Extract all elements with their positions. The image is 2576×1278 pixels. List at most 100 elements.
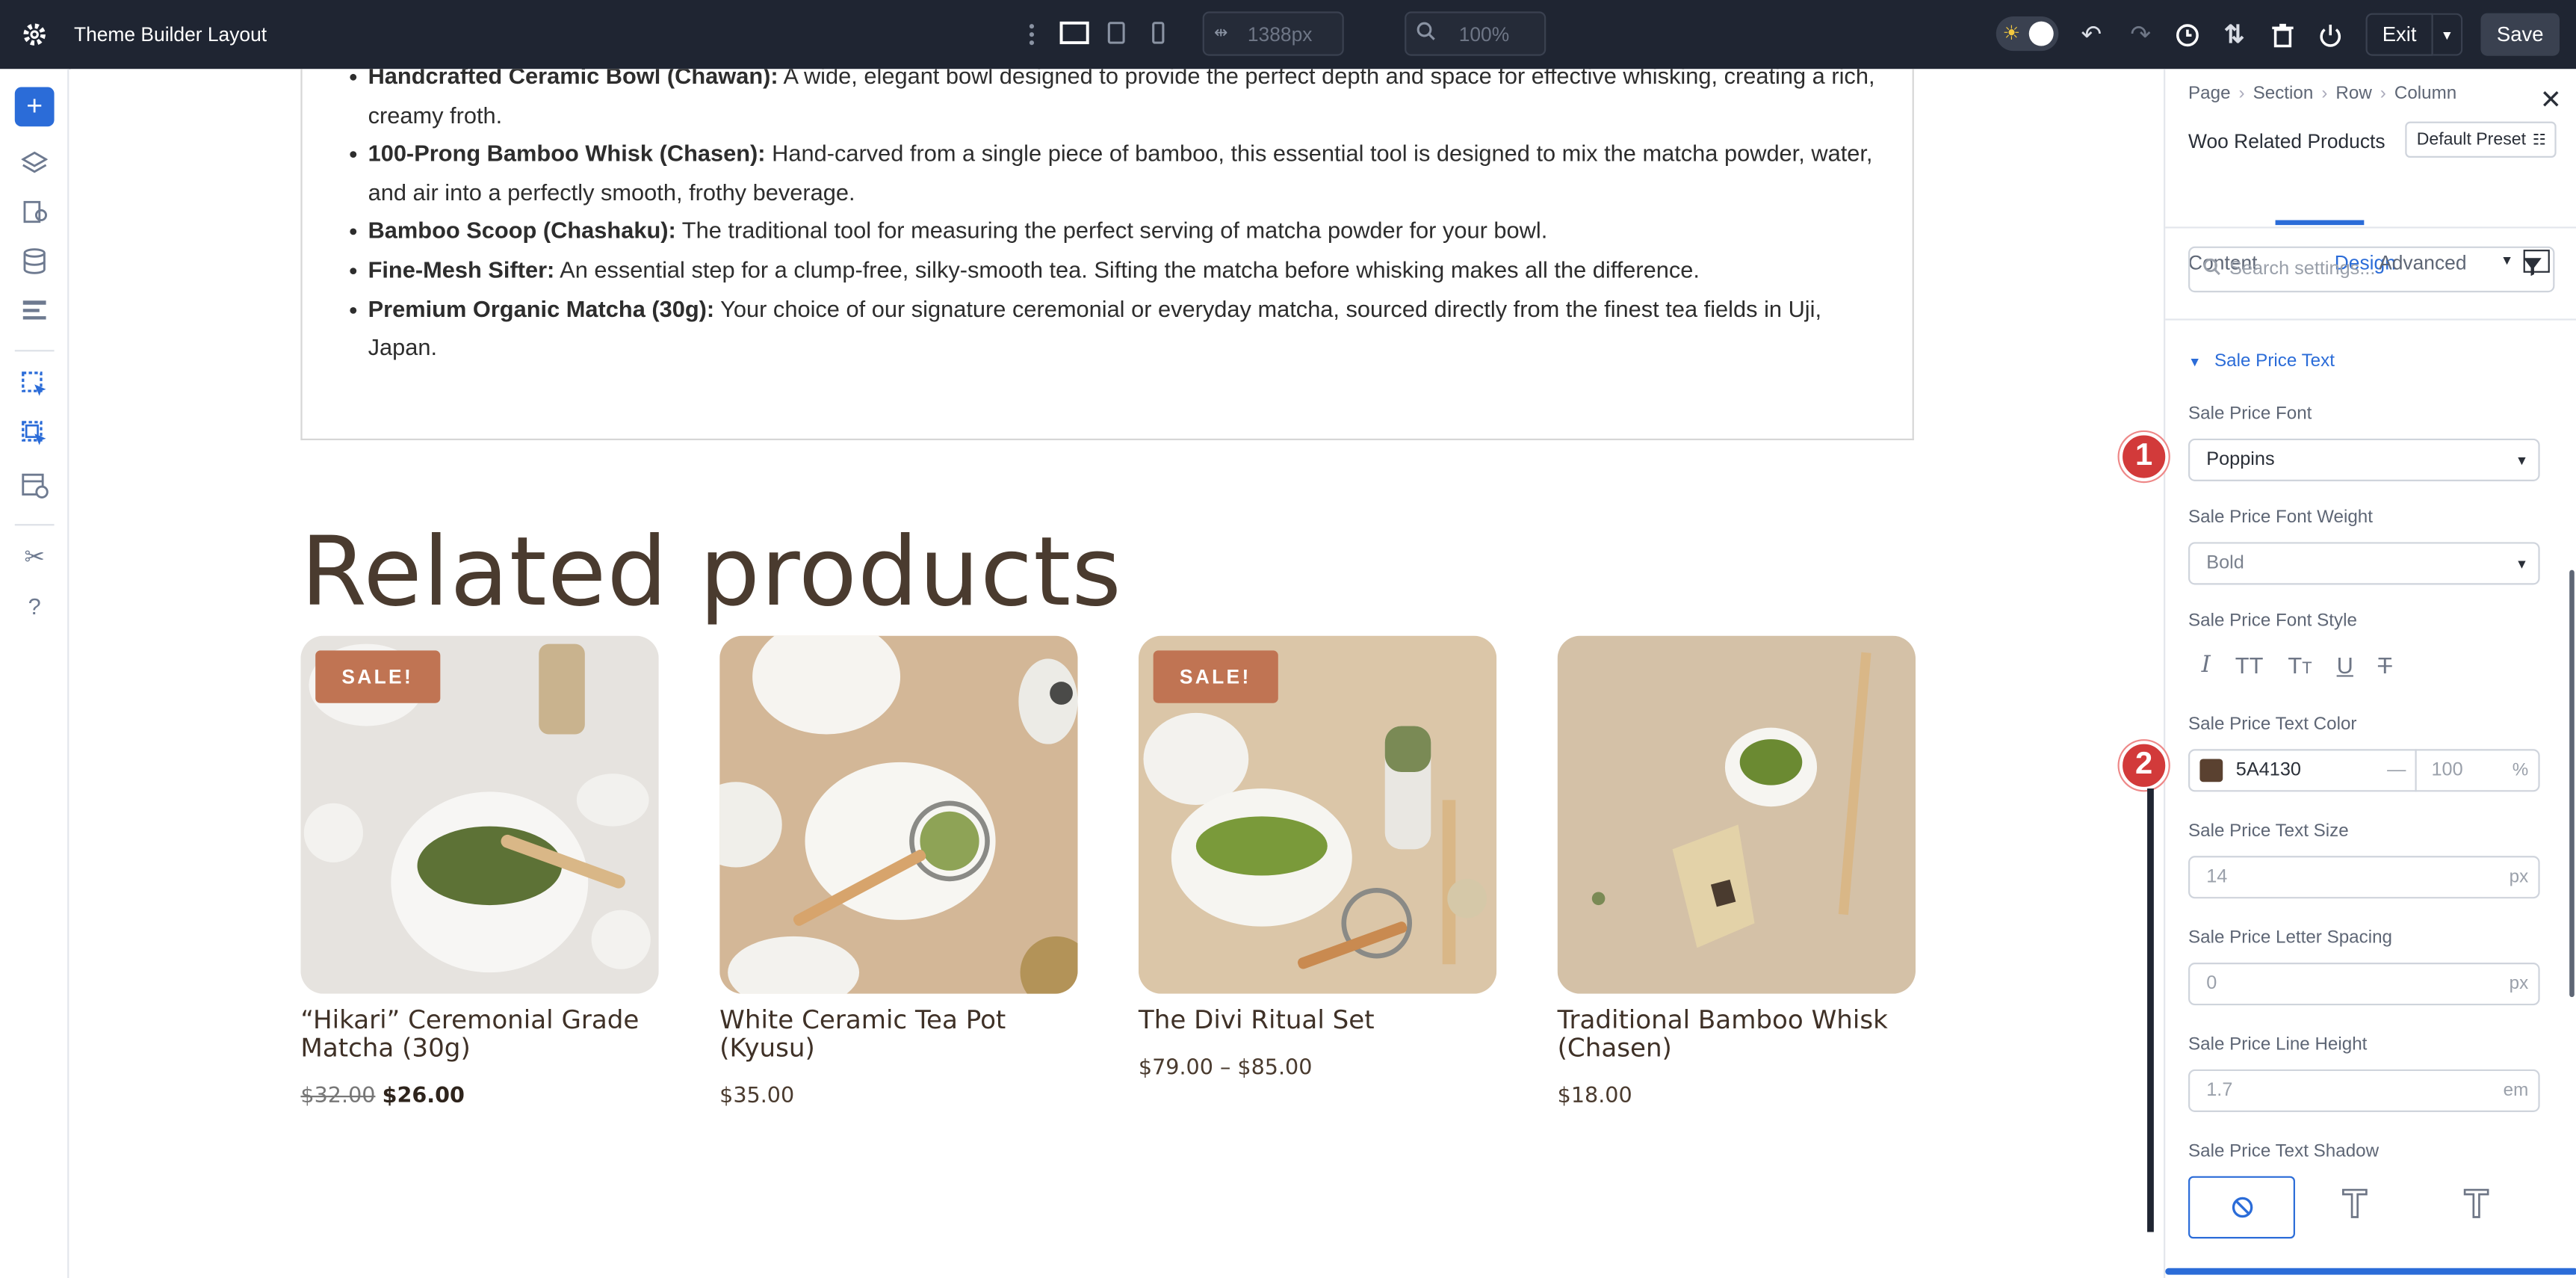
list-item: 100-Prong Bamboo Whisk (Chasen): Hand-ca… xyxy=(350,135,1880,213)
caret-down-icon: ▼ xyxy=(2188,354,2202,370)
list-item: Fine-Mesh Sifter: An essential step for … xyxy=(350,251,1880,290)
vertical-scrollbar[interactable] xyxy=(2569,569,2575,998)
zoom-field[interactable]: 100% xyxy=(1405,11,1546,56)
product-card[interactable]: SALE! “Hikari” Ceremonial Grade Matcha (… xyxy=(300,635,659,1109)
opacity-value[interactable]: 100 xyxy=(2431,761,2462,780)
capitalize-icon[interactable]: TT xyxy=(2288,652,2312,679)
history-icon[interactable] xyxy=(2172,19,2202,49)
color-swatch[interactable] xyxy=(2199,759,2223,782)
tablet-view-icon[interactable] xyxy=(1106,19,1125,46)
lineheight-label: Sale Price Line Height xyxy=(2188,1034,2368,1055)
plus-icon[interactable]: + xyxy=(14,87,55,127)
spacing-label: Sale Price Letter Spacing xyxy=(2188,927,2393,948)
filter-icon[interactable] xyxy=(2523,258,2542,281)
help-icon[interactable]: ? xyxy=(16,588,52,624)
italic-icon[interactable]: I xyxy=(2202,652,2211,679)
breadcrumb-page[interactable]: Page xyxy=(2188,84,2231,103)
sale-price: $26.00 xyxy=(382,1084,465,1109)
uppercase-icon[interactable]: TT xyxy=(2235,652,2264,679)
divider xyxy=(2165,226,2576,229)
shadow-preset-1-icon[interactable]: T xyxy=(2341,1182,2368,1229)
layers-icon[interactable] xyxy=(16,144,52,180)
zoom-icon xyxy=(1417,22,1436,46)
exit-button[interactable]: Exit xyxy=(2365,13,2433,56)
tools-icon[interactable]: ✂ xyxy=(16,539,52,575)
size-value: 14 xyxy=(2206,867,2228,887)
product-image[interactable] xyxy=(1557,635,1916,994)
size-unit: px xyxy=(2509,867,2529,887)
color-field[interactable]: 5A4130 — 100 % xyxy=(2188,749,2540,792)
shadow-label: Sale Price Text Shadow xyxy=(2188,1141,2380,1161)
horizontal-scrollbar[interactable] xyxy=(2165,1268,2576,1275)
size-input[interactable]: 14 px xyxy=(2188,856,2540,899)
font-style-buttons: I TT TT U T xyxy=(2202,652,2392,679)
font-select[interactable]: Poppins ▼ xyxy=(2188,438,2540,481)
preset-selector[interactable]: Default Preset ☷ xyxy=(2405,121,2557,158)
product-name[interactable]: Traditional Bamboo Whisk (Chasen) xyxy=(1558,1006,1916,1063)
close-icon[interactable]: ✕ xyxy=(2540,84,2562,117)
pages-icon[interactable] xyxy=(16,194,52,229)
exit-dropdown-icon[interactable]: ▼ xyxy=(2433,13,2463,56)
spacing-unit: px xyxy=(2509,974,2529,994)
no-shadow-icon xyxy=(2231,1197,2253,1218)
lineheight-input[interactable]: 1.7 em xyxy=(2188,1069,2540,1113)
breadcrumb-section[interactable]: Section xyxy=(2253,84,2314,103)
dash: — xyxy=(2387,760,2406,781)
phone-view-icon[interactable] xyxy=(1150,19,1166,46)
list-item: Bamboo Scoop (Chashaku): The traditional… xyxy=(350,212,1880,251)
power-icon[interactable] xyxy=(2315,19,2344,49)
weight-value: Bold xyxy=(2206,553,2244,574)
canvas-width-field[interactable]: ⇹ 1388px xyxy=(1202,11,1344,56)
weight-label: Sale Price Font Weight xyxy=(2188,507,2373,528)
lineheight-value: 1.7 xyxy=(2206,1081,2233,1101)
redo-icon[interactable]: ↷ xyxy=(2125,19,2155,49)
theme-toggle[interactable]: ☀ xyxy=(1996,16,2059,52)
product-price: $18.00 xyxy=(1557,1084,1632,1109)
list-icon[interactable] xyxy=(16,292,52,328)
strikethrough-icon[interactable]: T xyxy=(2378,652,2392,679)
divider xyxy=(14,524,55,526)
page-canvas: Handcrafted Ceramic Bowl (Chawan): A wid… xyxy=(70,69,2164,1278)
product-card[interactable]: White Ceramic Tea Pot (Kyusu) $35.00 xyxy=(719,635,1078,1109)
product-image[interactable]: SALE! xyxy=(300,635,659,994)
save-button[interactable]: Save xyxy=(2480,13,2560,56)
underline-icon[interactable]: U xyxy=(2337,652,2353,679)
undo-icon[interactable]: ↶ xyxy=(2077,19,2107,49)
app-window: Theme Builder Layout ⇹ 1388px 100% ☀ ↶ ↷… xyxy=(0,0,2576,1278)
pointer-icon[interactable] xyxy=(16,366,52,402)
group-header[interactable]: ▼ Sale Price Text xyxy=(2188,351,2335,371)
weight-select[interactable]: Bold ▼ xyxy=(2188,542,2540,585)
product-name[interactable]: White Ceramic Tea Pot (Kyusu) xyxy=(719,1006,1077,1063)
description-list: Handcrafted Ceramic Bowl (Chawan): A wid… xyxy=(350,69,1880,367)
drag-handle-icon[interactable] xyxy=(1025,19,1038,49)
product-image[interactable]: SALE! xyxy=(1138,635,1497,994)
layout-icon[interactable] xyxy=(16,468,52,504)
product-price: $35.00 xyxy=(719,1084,795,1109)
sort-icon[interactable]: ⇅ xyxy=(2220,19,2250,49)
search-input[interactable]: Search settings... xyxy=(2188,246,2555,293)
trash-icon[interactable] xyxy=(2267,19,2297,49)
left-toolbar: + ✂ ? xyxy=(0,69,69,1278)
product-card[interactable]: SALE! The Divi Ritual Set $79.00 – $85.0… xyxy=(1138,635,1497,1081)
size-label: Sale Price Text Size xyxy=(2188,821,2349,842)
sun-icon: ☀ xyxy=(2002,21,2021,45)
gear-icon[interactable] xyxy=(19,19,49,49)
shadow-preset-2-icon[interactable]: T xyxy=(2463,1182,2489,1229)
pointer-multi-icon[interactable] xyxy=(16,416,52,451)
step-marker-2: 2 xyxy=(2119,741,2169,791)
style-label: Sale Price Font Style xyxy=(2188,611,2357,632)
product-image[interactable] xyxy=(719,635,1078,994)
spacing-input[interactable]: 0 px xyxy=(2188,962,2540,1006)
product-name[interactable]: “Hikari” Ceremonial Grade Matcha (30g) xyxy=(300,1006,658,1063)
desktop-view-icon[interactable] xyxy=(1058,19,1089,46)
product-card[interactable]: Traditional Bamboo Whisk (Chasen) $18.00 xyxy=(1557,635,1916,1109)
chevron-down-icon: ▼ xyxy=(2515,452,2529,468)
breadcrumb-row[interactable]: Row xyxy=(2335,84,2371,103)
list-item: Handcrafted Ceramic Bowl (Chawan): A wid… xyxy=(350,69,1880,135)
shadow-none-button[interactable] xyxy=(2188,1176,2295,1239)
product-name[interactable]: The Divi Ritual Set xyxy=(1139,1006,1496,1034)
width-arrows-icon: ⇹ xyxy=(1214,24,1228,43)
product-price: $32.00 $26.00 xyxy=(300,1084,658,1109)
database-icon[interactable] xyxy=(16,243,52,279)
breadcrumb-column[interactable]: Column xyxy=(2394,84,2456,103)
